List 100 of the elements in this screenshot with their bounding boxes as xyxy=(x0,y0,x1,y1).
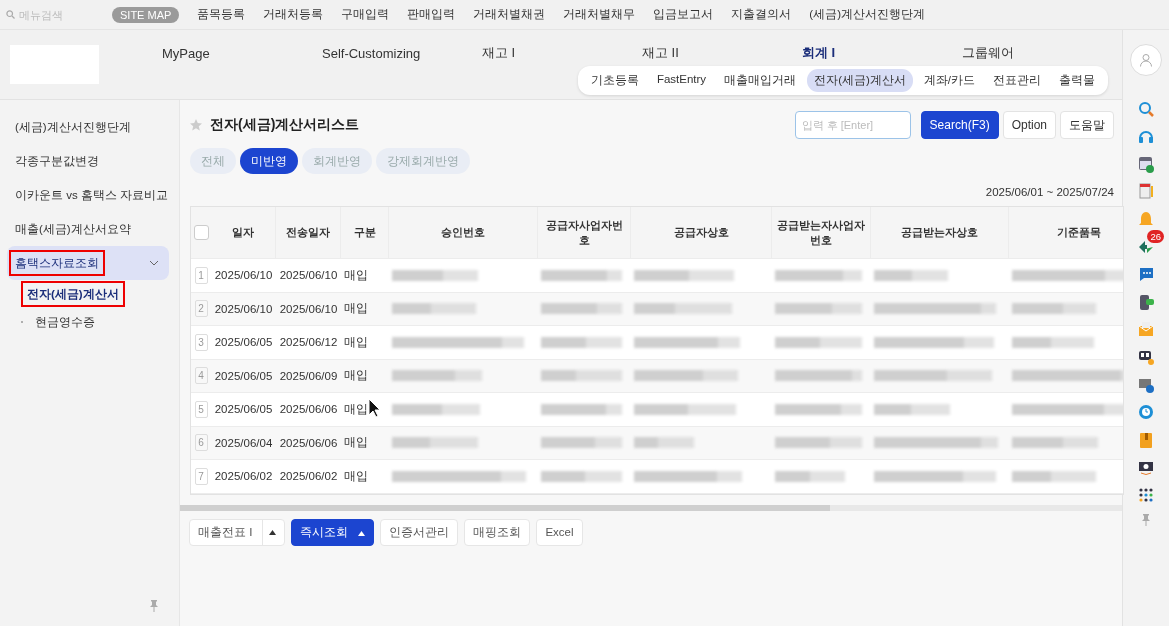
row-number: 3 xyxy=(194,333,208,351)
action-button[interactable]: Excel xyxy=(536,518,583,546)
table-cell: 2025/06/02 xyxy=(279,470,338,483)
sidebar-item[interactable]: 이카운트 vs 홈택스 자료비교 xyxy=(7,178,169,212)
sidebar-label: (세금)계산서진행단계 xyxy=(14,120,132,135)
pin-icon[interactable] xyxy=(149,600,159,612)
table-cell: 2025/06/10 xyxy=(214,269,273,282)
submenu-tab[interactable]: 매출매입거래 xyxy=(717,69,804,92)
quick-link[interactable]: 지출결의서 xyxy=(731,7,792,22)
sidebar-subitem[interactable]: 전자(세금)계산서 xyxy=(21,281,125,307)
star-icon[interactable] xyxy=(190,119,202,131)
filter-tab[interactable]: 미반영 xyxy=(240,148,298,174)
quick-link[interactable]: 거래처별채권 xyxy=(473,7,546,22)
row-number: 7 xyxy=(194,467,208,485)
sidebar-label: 각종구분값변경 xyxy=(14,154,100,169)
table-cell: 2025/06/05 xyxy=(214,403,273,416)
scrollbar-thumb[interactable] xyxy=(180,504,830,511)
quick-link[interactable]: 구매입력 xyxy=(341,7,390,22)
main-menu-item[interactable]: 재고 I xyxy=(482,44,642,62)
row-number: 4 xyxy=(194,367,208,385)
table-cell: 2025/06/10 xyxy=(279,302,338,315)
quick-link[interactable]: 거래처등록 xyxy=(263,7,324,22)
column-header[interactable]: 구분 xyxy=(341,207,389,258)
pin-icon[interactable] xyxy=(1141,513,1151,526)
column-header[interactable]: 승인번호 xyxy=(389,207,538,258)
dropdown-button[interactable]: 즉시조회 xyxy=(291,518,375,546)
table-cell: 2025/06/06 xyxy=(279,436,338,449)
table-cell: 2025/06/10 xyxy=(279,269,338,282)
sidebar-subitem[interactable]: 현금영수증 xyxy=(29,309,101,335)
bell-icon[interactable] xyxy=(1137,209,1155,228)
search-field[interactable]: 입력 후 [Enter] xyxy=(794,111,911,139)
submenu-tab[interactable]: 전자(세금)계산서 xyxy=(807,69,913,92)
search-button[interactable]: Search(F3) xyxy=(920,111,999,139)
table-cell: 매입 xyxy=(344,468,368,484)
column-header[interactable]: 공급자상호 xyxy=(631,207,772,258)
table-cell: 매입 xyxy=(344,435,368,451)
column-header[interactable]: 공급받는자상호 xyxy=(871,207,1009,258)
clock-icon[interactable] xyxy=(1137,403,1155,422)
sidebar-label: 이카운트 vs 홈택스 자료비교 xyxy=(14,188,170,203)
chat-icon[interactable] xyxy=(1137,265,1155,284)
table-cell: 매입 xyxy=(344,301,368,317)
blurred-content xyxy=(634,437,694,449)
toolbar-button[interactable]: 도움말 xyxy=(1060,111,1114,139)
submenu-tab[interactable]: 기초등록 xyxy=(583,69,646,92)
table-cell: 2025/06/04 xyxy=(214,436,273,449)
phone-chat-icon[interactable] xyxy=(1137,292,1155,311)
submenu-tab[interactable]: FastEntry xyxy=(649,69,714,92)
submenu-tab[interactable]: 출력물 xyxy=(1052,69,1102,92)
quick-link[interactable]: 품목등록 xyxy=(197,7,246,22)
main-menu-item[interactable]: 그룹웨어 xyxy=(962,44,1122,62)
row-number: 6 xyxy=(194,434,208,452)
main-menu-item[interactable]: 재고 II xyxy=(642,44,802,62)
main-menu-item[interactable]: MyPage xyxy=(162,45,322,61)
submenu-tab[interactable]: 전표관리 xyxy=(986,69,1048,92)
notification-badge: 26 xyxy=(1147,229,1164,243)
mouse-cursor-icon xyxy=(368,398,381,418)
main-menu-item[interactable]: 회계 I xyxy=(802,44,962,62)
sidebar-label: 매출(세금)계산서요약 xyxy=(14,222,132,237)
quick-link[interactable]: 거래처별채무 xyxy=(563,7,636,22)
table-cell: 2025/06/05 xyxy=(214,369,273,382)
toolbar-button[interactable]: Option xyxy=(1002,111,1056,139)
column-header[interactable]: 공급자사업자번호 xyxy=(538,207,631,258)
table-cell: 매입 xyxy=(344,368,368,384)
sidebar-item[interactable]: 각종구분값변경 xyxy=(7,144,169,178)
main-menu-item[interactable]: Self-Customizing xyxy=(322,45,482,61)
quick-link[interactable]: (세금)계산서진행단계 xyxy=(809,7,925,22)
table-cell: 2025/06/12 xyxy=(279,336,338,349)
table-cell: 2025/06/05 xyxy=(214,336,273,349)
sidebar-item[interactable]: (세금)계산서진행단계 xyxy=(7,110,169,144)
quick-link[interactable]: 입금보고서 xyxy=(653,7,714,22)
notepad-icon[interactable] xyxy=(1137,182,1155,201)
table-cell: 2025/06/09 xyxy=(279,369,338,382)
table-cell: 2025/06/02 xyxy=(214,470,273,483)
window-add-icon[interactable] xyxy=(1137,154,1155,173)
table-cell: 매입 xyxy=(344,334,368,350)
search-icon xyxy=(6,10,15,19)
search-icon[interactable] xyxy=(1137,99,1155,118)
sidebar-label: 홈택스자료조회 xyxy=(9,250,105,276)
table-cell: 매입 xyxy=(344,401,368,417)
column-header[interactable]: 전송일자 xyxy=(276,207,341,258)
table-cell: 2025/06/06 xyxy=(279,403,338,416)
row-number: 5 xyxy=(194,400,208,418)
row-number: 1 xyxy=(194,266,208,284)
sidebar-item[interactable]: 홈택스자료조회 xyxy=(7,246,169,280)
caret-icon xyxy=(269,529,277,535)
submenu-tab[interactable]: 계좌/카드 xyxy=(916,69,982,92)
caret-icon xyxy=(358,531,366,536)
select-all-checkbox[interactable] xyxy=(193,225,209,240)
table-cell: 매입 xyxy=(344,267,368,283)
dropdown-button[interactable]: 매출전표 I xyxy=(189,518,286,546)
page-title: 전자(세금)계산서리스트 xyxy=(210,116,360,134)
quick-link[interactable]: 판매입력 xyxy=(407,7,456,22)
column-header[interactable]: 공급받는자사업자번호 xyxy=(772,207,871,258)
sidebar-item[interactable]: 매출(세금)계산서요약 xyxy=(7,212,169,246)
action-button[interactable]: 매핑조회 xyxy=(464,518,531,546)
date-range: 2025/06/01 ~ 2025/07/24 xyxy=(985,186,1114,198)
book-icon[interactable] xyxy=(1137,430,1155,449)
column-header[interactable]: 일자 xyxy=(211,207,276,258)
action-button[interactable]: 인증서관리 xyxy=(380,518,459,546)
blurred-content xyxy=(775,470,845,482)
